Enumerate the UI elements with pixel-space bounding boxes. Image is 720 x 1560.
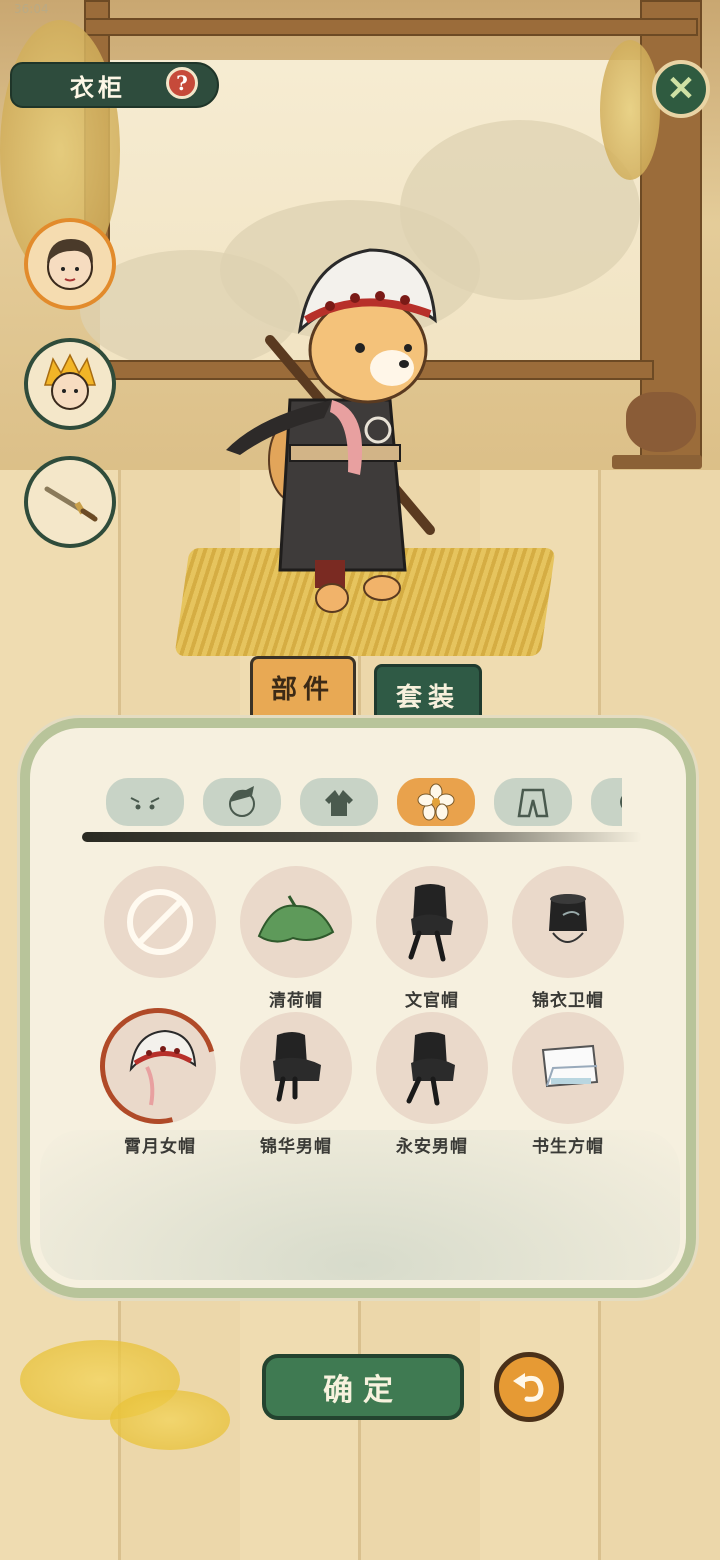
category-hair[interactable] <box>203 778 281 826</box>
category-eyes[interactable] <box>106 778 184 826</box>
confirm-button[interactable]: 确定 <box>262 1354 464 1420</box>
side-slot-character-monkey-king[interactable] <box>24 338 116 430</box>
item-circle <box>240 866 352 978</box>
item-circle <box>240 1012 352 1124</box>
category-accessory[interactable] <box>591 778 622 826</box>
undo-icon <box>513 1373 544 1402</box>
boy-avatar-icon <box>47 239 93 290</box>
item-circle <box>376 1012 488 1124</box>
official-hat-icon <box>408 884 453 962</box>
item-label: 文官帽 <box>405 991 459 1011</box>
item-embroidered-headdress[interactable]: 霄月女帽 <box>78 986 238 1162</box>
sword-icon <box>44 486 98 522</box>
ink-brush-divider <box>82 832 642 842</box>
confirm-label: 确定 <box>323 1373 403 1408</box>
status-time: 36:04 <box>14 2 49 16</box>
hay-stack <box>600 40 660 180</box>
clay-pot <box>626 392 696 452</box>
flower-hat-icon <box>417 783 455 821</box>
side-slot-character-boy[interactable] <box>24 218 116 310</box>
black-hat-ribbon-icon <box>406 1032 455 1106</box>
guard-hat-icon <box>549 894 587 943</box>
item-circle <box>376 866 488 978</box>
wood-beam <box>84 18 698 36</box>
item-scholar-square-hat[interactable]: 书生方帽 <box>508 1012 628 1162</box>
item-label: 霄月女帽 <box>124 1137 196 1157</box>
close-button[interactable]: ✕ <box>652 60 710 118</box>
category-clothes[interactable] <box>300 778 378 826</box>
clothes-icon <box>325 790 353 816</box>
hair-icon <box>229 786 255 817</box>
none-icon <box>127 889 193 955</box>
item-circle <box>104 866 216 978</box>
item-label: 锦衣卫帽 <box>532 991 604 1011</box>
item-label: 书生方帽 <box>532 1137 604 1157</box>
item-black-hat-ribbon[interactable]: 永安男帽 <box>372 1012 492 1162</box>
close-icon: ✕ <box>666 69 696 109</box>
item-guard-hat[interactable]: 锦衣卫帽 <box>508 866 628 1016</box>
side-slot-weapon[interactable] <box>24 456 116 548</box>
stool <box>612 455 702 469</box>
category-pants[interactable] <box>494 778 572 826</box>
tab-parts-label: 部件 <box>270 674 335 705</box>
lotus-leaf-hat-icon <box>257 895 335 943</box>
accessory-icon <box>620 796 622 808</box>
item-none[interactable] <box>100 866 220 1016</box>
item-official-hat[interactable]: 文官帽 <box>372 866 492 1016</box>
page-title: 衣柜 <box>70 72 126 102</box>
tab-outfit-label: 套装 <box>395 682 460 713</box>
tab-parts[interactable]: 部件 <box>250 656 356 718</box>
help-button[interactable]: ? <box>166 67 198 99</box>
pants-icon <box>517 788 549 818</box>
item-label: 清荷帽 <box>269 991 323 1011</box>
item-circle <box>512 866 624 978</box>
question-icon: ? <box>176 71 188 95</box>
item-label: 永安男帽 <box>396 1137 468 1157</box>
monkey-king-avatar-icon <box>43 353 97 410</box>
category-hats[interactable] <box>397 778 475 826</box>
item-lotus-leaf-hat[interactable]: 清荷帽 <box>236 866 356 1016</box>
item-label: 锦华男帽 <box>260 1137 332 1157</box>
category-bar <box>106 778 622 830</box>
tab-outfit[interactable]: 套装 <box>374 664 482 726</box>
eyes-icon <box>130 797 160 810</box>
item-black-hat[interactable]: 锦华男帽 <box>236 1012 356 1162</box>
undo-button[interactable] <box>494 1352 564 1422</box>
ginkgo-leaves <box>110 1390 230 1450</box>
black-hat-icon <box>273 1032 321 1102</box>
scholar-square-hat-icon <box>541 1044 599 1088</box>
shiba-character <box>226 248 437 613</box>
item-circle <box>512 1012 624 1124</box>
